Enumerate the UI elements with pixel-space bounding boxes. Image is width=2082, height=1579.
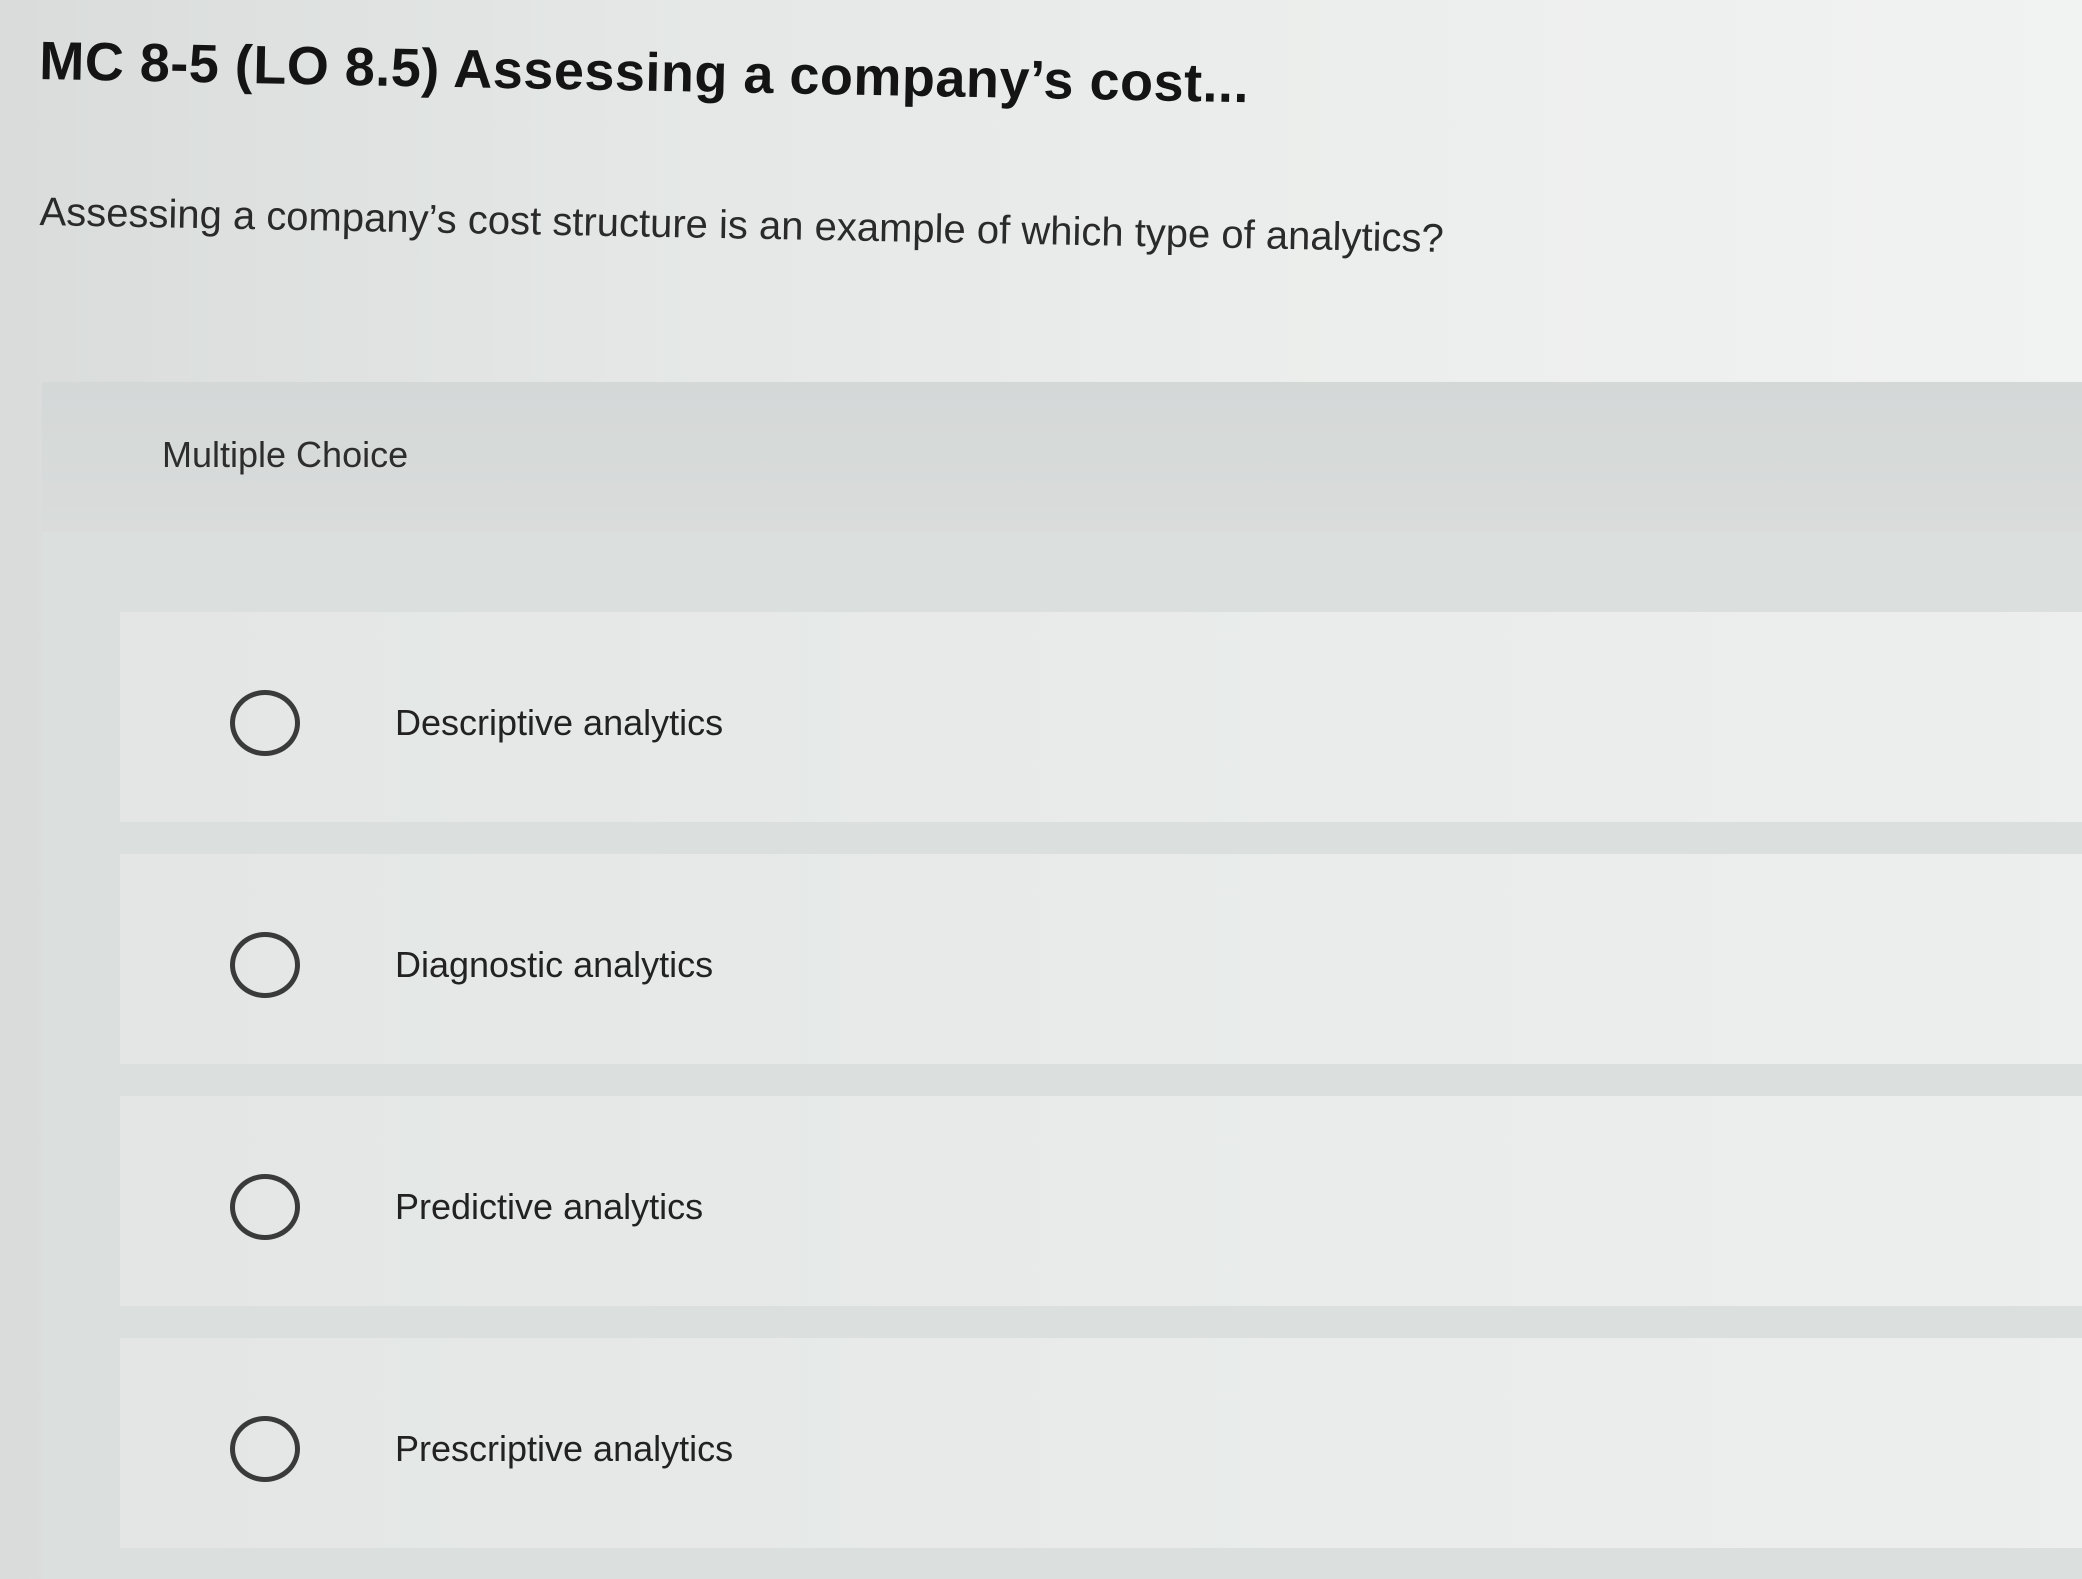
question-title: MC 8-5 (LO 8.5) Assessing a company’s co… bbox=[38, 30, 1250, 115]
multiple-choice-label: Multiple Choice bbox=[162, 434, 409, 475]
multiple-choice-panel: Multiple Choice Descriptive analytics Di… bbox=[42, 382, 2082, 1579]
option-label: Predictive analytics bbox=[395, 1186, 704, 1227]
option-descriptive[interactable]: Descriptive analytics bbox=[120, 612, 2082, 822]
radio-button[interactable] bbox=[230, 1174, 300, 1240]
option-label: Prescriptive analytics bbox=[395, 1428, 734, 1469]
options-list: Descriptive analytics Diagnostic analyti… bbox=[120, 612, 2082, 1579]
radio-button[interactable] bbox=[230, 1416, 300, 1482]
radio-button[interactable] bbox=[230, 932, 300, 998]
option-diagnostic[interactable]: Diagnostic analytics bbox=[120, 854, 2082, 1064]
option-label: Descriptive analytics bbox=[395, 702, 724, 743]
radio-button[interactable] bbox=[230, 690, 300, 756]
option-predictive[interactable]: Predictive analytics bbox=[120, 1096, 2082, 1306]
multiple-choice-header: Multiple Choice bbox=[42, 382, 2082, 532]
option-label: Diagnostic analytics bbox=[395, 944, 714, 985]
quiz-page: MC 8-5 (LO 8.5) Assessing a company’s co… bbox=[0, 0, 2082, 1579]
question-text: Assessing a company’s cost structure is … bbox=[39, 190, 1445, 261]
option-prescriptive[interactable]: Prescriptive analytics bbox=[120, 1338, 2082, 1548]
